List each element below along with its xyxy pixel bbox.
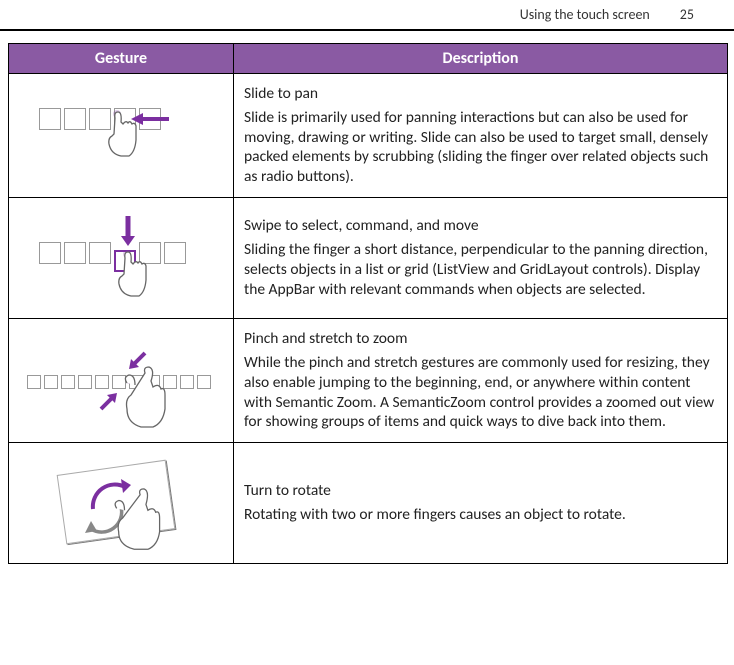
gesture-body: While the pinch and stretch gestures are… [244, 353, 717, 432]
table-row: Turn to rotate Rotating with two or more… [9, 443, 728, 564]
pointing-hand-icon [99, 104, 159, 174]
gesture-table: Gesture Description [8, 43, 728, 564]
table-header-description: Description [234, 44, 728, 74]
gesture-body: Sliding the finger a short distance, per… [244, 240, 717, 299]
table-row: Swipe to select, command, and move Slidi… [9, 198, 728, 319]
pinch-hand-icon [113, 361, 193, 441]
gesture-illustration-pinch [9, 319, 234, 443]
gesture-description: Turn to rotate Rotating with two or more… [234, 443, 728, 564]
table-header-gesture: Gesture [9, 44, 234, 74]
gesture-illustration-rotate [9, 443, 234, 564]
pointing-hand-icon [109, 244, 169, 314]
section-title: Using the touch screen [520, 6, 650, 23]
gesture-description: Slide to pan Slide is primarily used for… [234, 74, 728, 198]
gesture-body: Rotating with two or more fingers causes… [244, 505, 717, 525]
header-rule [0, 29, 734, 31]
page-number: 25 [680, 6, 694, 23]
gesture-illustration-swipe [9, 198, 234, 319]
gesture-title: Slide to pan [244, 84, 717, 104]
gesture-title: Swipe to select, command, and move [244, 216, 717, 236]
table-row: Slide to pan Slide is primarily used for… [9, 74, 728, 198]
gesture-description: Swipe to select, command, and move Slidi… [234, 198, 728, 319]
page-header: Using the touch screen 25 [0, 6, 734, 23]
page: Using the touch screen 25 Gesture Descri… [0, 0, 734, 564]
arrow-down-icon [118, 214, 138, 248]
gesture-title: Pinch and stretch to zoom [244, 329, 717, 349]
gesture-illustration-slide [9, 74, 234, 198]
gesture-description: Pinch and stretch to zoom While the pinc… [234, 319, 728, 443]
rotate-hand-icon [105, 483, 183, 561]
gesture-title: Turn to rotate [244, 481, 717, 501]
gesture-body: Slide is primarily used for panning inte… [244, 108, 717, 187]
table-row: Pinch and stretch to zoom While the pinc… [9, 319, 728, 443]
